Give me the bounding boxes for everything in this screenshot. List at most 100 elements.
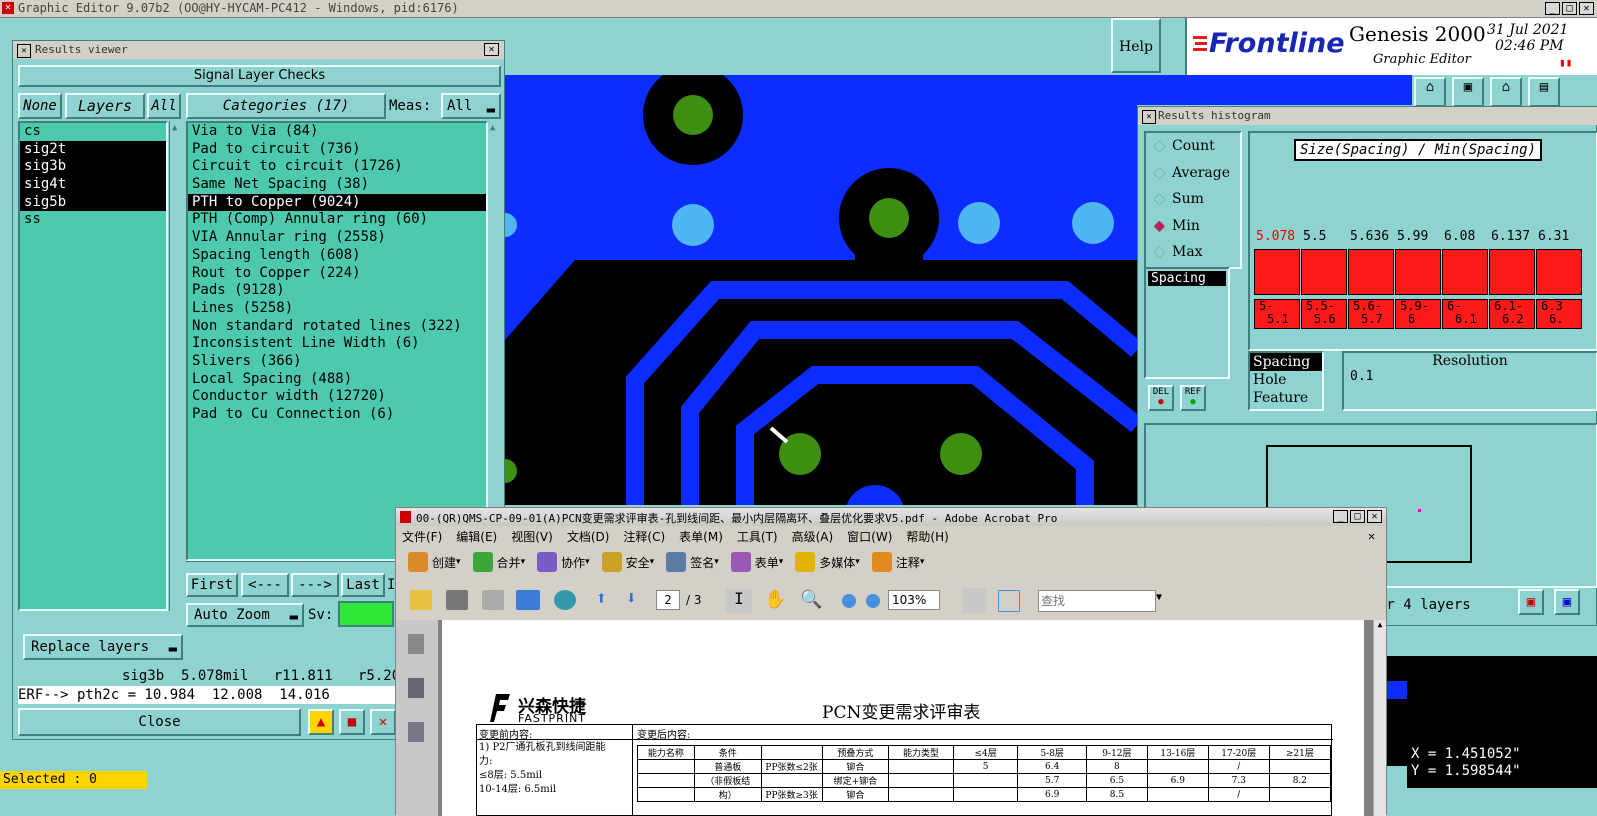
histogram-bar[interactable] <box>1254 249 1300 295</box>
acrobat-close-button[interactable]: ✕ <box>1367 510 1382 523</box>
email-icon[interactable] <box>516 590 540 610</box>
document-scrollbar[interactable]: ▲ <box>1373 620 1386 816</box>
menu-item[interactable]: 工具(T) <box>737 530 778 544</box>
close-button[interactable]: ✕ <box>1579 2 1594 15</box>
category-item[interactable]: Same Net Spacing (38) <box>188 176 486 194</box>
category-item[interactable]: PTH (Comp) Annular ring (60) <box>188 211 486 229</box>
menu-item[interactable]: 表单(M) <box>679 530 723 544</box>
zoom-out-icon[interactable] <box>842 594 856 608</box>
category-item[interactable]: Rout to Copper (224) <box>188 265 486 283</box>
help-button[interactable]: Help <box>1111 18 1161 73</box>
type-item-hole[interactable]: Hole <box>1250 371 1322 389</box>
prev-button[interactable]: <--- <box>241 573 289 597</box>
categories-list[interactable]: Via to Via (84) Pad to circuit (736) Circu… <box>186 121 488 561</box>
menu-item[interactable]: 帮助(H) <box>906 530 948 544</box>
category-item[interactable]: Via to Via (84) <box>188 123 486 141</box>
web-icon[interactable] <box>554 590 576 610</box>
menu-item[interactable]: 视图(V) <box>511 530 553 544</box>
minimize-button[interactable]: _ <box>1545 2 1560 15</box>
maximize-button[interactable]: □ <box>1562 2 1577 15</box>
menu-item[interactable]: 文档(D) <box>567 530 610 544</box>
first-button[interactable]: First <box>186 573 238 597</box>
category-item[interactable]: VIA Annular ring (2558) <box>188 229 486 247</box>
category-item[interactable]: Spacing length (608) <box>188 247 486 265</box>
flag-icon[interactable]: ▲ <box>308 709 334 735</box>
chart-hscrollbar[interactable] <box>1250 335 1597 349</box>
toolbar-button[interactable]: 注释 ▾ <box>871 552 924 572</box>
zoom-field[interactable]: 103% <box>888 590 940 610</box>
auto-zoom-dropdown[interactable]: Auto Zoom ▬ <box>186 603 304 627</box>
toolbar-button[interactable]: 签名 ▾ <box>666 552 719 572</box>
category-item[interactable]: Conductor width (12720) <box>188 388 486 406</box>
save-icon[interactable] <box>482 590 504 610</box>
menu-item[interactable]: 高级(A) <box>792 530 834 544</box>
toolbar-button[interactable]: 安全 ▾ <box>601 552 654 572</box>
option-min[interactable]: ◆ Min <box>1146 213 1240 240</box>
categories-button[interactable]: Categories (17) <box>186 93 386 119</box>
histogram-bar[interactable] <box>1489 249 1535 295</box>
layer-item-sig3b[interactable]: sig3b <box>20 158 166 177</box>
page-number-field[interactable]: 2 <box>656 590 680 610</box>
categories-scrollbar[interactable]: ▲ <box>488 121 502 561</box>
type-item-feature[interactable]: Feature <box>1250 389 1322 407</box>
pcb-canvas[interactable] <box>505 75 1137 505</box>
category-item[interactable]: Pads (9128) <box>188 282 486 300</box>
results-viewer-close-button[interactable]: ✕ <box>484 43 499 56</box>
layer-item-cs[interactable]: cs <box>20 123 166 141</box>
histogram-bar[interactable] <box>1348 249 1394 295</box>
replace-layers-dropdown[interactable]: Replace layers ▬ <box>23 634 183 660</box>
doc-close-icon[interactable]: ✕ <box>1368 529 1375 543</box>
category-item[interactable]: Inconsistent Line Width (6) <box>188 335 486 353</box>
display-icon[interactable]: ▣ <box>1452 77 1484 107</box>
layers-button[interactable]: Layers <box>65 93 145 119</box>
sv-field[interactable] <box>338 601 394 627</box>
home-icon[interactable]: ⌂ <box>1414 77 1446 107</box>
category-item[interactable]: Non standard rotated lines (322) <box>188 318 486 336</box>
type-list[interactable]: Spacing Hole Feature <box>1248 351 1324 411</box>
building-icon[interactable]: ⌂ <box>1490 77 1522 107</box>
histogram-bar[interactable] <box>1442 249 1488 295</box>
toolbar-button[interactable]: 协作 ▾ <box>537 552 590 572</box>
layer-item-ss[interactable]: ss <box>20 211 166 229</box>
option-count[interactable]: ◆ Count <box>1146 133 1240 160</box>
pages-icon[interactable] <box>408 634 424 654</box>
toolbar-button[interactable]: 多媒体 ▾ <box>795 552 860 572</box>
bookmarks-icon[interactable] <box>408 678 424 698</box>
menu-item[interactable]: 文件(F) <box>402 530 442 544</box>
search-dropdown-icon[interactable]: ▼ <box>1156 592 1162 603</box>
type-item-spacing[interactable]: Spacing <box>1250 353 1322 371</box>
delete-icon[interactable]: ✕ <box>370 709 396 735</box>
report-icon[interactable]: ■ <box>339 709 365 735</box>
none-button[interactable]: None <box>18 93 62 119</box>
print-icon[interactable] <box>446 590 468 610</box>
category-item[interactable]: Local Spacing (488) <box>188 371 486 389</box>
layers-icon[interactable]: ▤ <box>1528 77 1560 107</box>
category-item[interactable]: Pad to circuit (736) <box>188 141 486 159</box>
toolbar-button[interactable]: 合并 ▾ <box>472 552 525 572</box>
acrobat-maximize-button[interactable]: □ <box>1350 510 1365 523</box>
del-button[interactable]: DEL ● <box>1148 385 1174 411</box>
category-item[interactable]: PTH to Copper (9024) <box>188 193 486 212</box>
last-button[interactable]: Last <box>341 573 385 597</box>
fit-width-icon[interactable] <box>998 590 1020 612</box>
layer-item-sig5b[interactable]: sig5b <box>20 193 166 212</box>
acrobat-minimize-button[interactable]: _ <box>1333 510 1348 523</box>
category-item[interactable]: Slivers (366) <box>188 353 486 371</box>
menu-item[interactable]: 注释(C) <box>623 530 665 544</box>
category-item[interactable]: Lines (5258) <box>188 300 486 318</box>
menu-item[interactable]: 窗口(W) <box>847 530 892 544</box>
meas-dropdown[interactable]: All ▬ <box>441 93 501 119</box>
page-up-icon[interactable]: ⬆ <box>596 588 607 609</box>
histogram-bar[interactable] <box>1395 249 1441 295</box>
all-button[interactable]: All <box>147 93 181 119</box>
histogram-bar[interactable] <box>1536 249 1582 295</box>
histogram-list-item[interactable]: Spacing <box>1148 271 1226 286</box>
option-average[interactable]: ◆ Average <box>1146 160 1240 187</box>
zoom-tool-icon[interactable]: 🔍 <box>800 589 822 610</box>
open-icon[interactable] <box>410 590 432 610</box>
signatures-icon[interactable] <box>408 722 424 742</box>
zoom-icon[interactable]: ▣ <box>1518 589 1544 615</box>
category-item[interactable]: Pad to Cu Connection (6) <box>188 406 486 424</box>
page-down-icon[interactable]: ⬇ <box>626 588 637 609</box>
view-icon[interactable]: ▣ <box>1554 589 1580 615</box>
